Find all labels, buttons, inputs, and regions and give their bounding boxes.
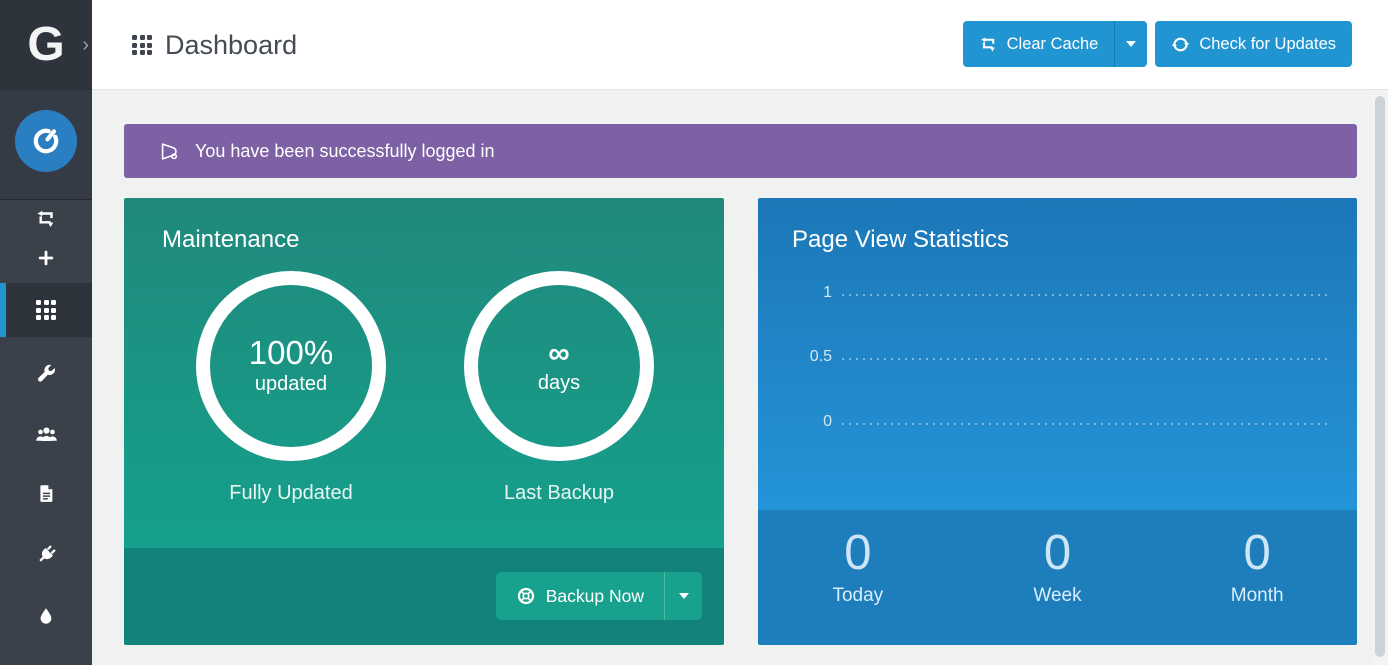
grid-icon xyxy=(36,300,56,320)
counter-week: 0 Week xyxy=(958,527,1158,645)
success-alert: You have been successfully logged in xyxy=(124,124,1357,178)
counter-week-label: Week xyxy=(958,585,1158,607)
sidebar-item-dashboard[interactable] xyxy=(0,283,92,337)
sidebar-item-users[interactable] xyxy=(0,414,92,454)
sidebar-item-theme[interactable] xyxy=(0,596,92,636)
app-logo[interactable]: G › xyxy=(0,0,92,90)
clear-cache-dropdown-toggle[interactable] xyxy=(1114,21,1147,67)
chevron-down-icon xyxy=(679,593,689,599)
maintenance-panel: Maintenance 100% updated ∞ days Fully Up… xyxy=(124,198,724,645)
counter-month-value: 0 xyxy=(1157,527,1357,581)
counter-today-label: Today xyxy=(758,585,958,607)
counter-today: 0 Today xyxy=(758,527,958,645)
maintenance-title: Maintenance xyxy=(162,226,299,254)
page-view-statistics-panel: Page View Statistics 1 0.5 0 0 Today 0 W… xyxy=(758,198,1357,645)
dotted-gridline xyxy=(842,423,1330,425)
backup-age-gauge: ∞ days xyxy=(464,271,654,461)
chevron-down-icon xyxy=(1126,41,1136,47)
retweet-icon xyxy=(35,208,57,230)
sidebar: G › xyxy=(0,0,92,665)
dotted-gridline xyxy=(842,294,1330,296)
y-tick-label: 0 xyxy=(758,413,832,431)
power-icon xyxy=(31,126,61,156)
stats-title: Page View Statistics xyxy=(792,226,1009,254)
alert-message: You have been successfully logged in xyxy=(195,141,495,162)
update-percent: 100% xyxy=(249,335,333,371)
sidebar-item-logout[interactable] xyxy=(15,110,77,172)
top-header: Dashboard Clear Cache xyxy=(92,0,1388,90)
maintenance-footer: Backup Now xyxy=(124,548,724,645)
plug-icon xyxy=(35,543,58,566)
plus-icon xyxy=(36,248,56,268)
backup-now-label: Backup Now xyxy=(546,586,644,607)
maintenance-body: Maintenance 100% updated ∞ days Fully Up… xyxy=(124,198,724,548)
sidebar-item-pages[interactable] xyxy=(0,473,92,513)
backup-caption: Last Backup xyxy=(464,482,654,505)
droplet-icon xyxy=(36,606,56,626)
backup-age-unit: days xyxy=(538,370,580,396)
header-actions: Clear Cache Check for Updates xyxy=(963,21,1352,67)
sidebar-item-sync[interactable] xyxy=(0,199,92,239)
counter-week-value: 0 xyxy=(958,527,1158,581)
sidebar-item-settings[interactable] xyxy=(0,354,92,394)
y-tick-label: 1 xyxy=(758,284,832,302)
life-ring-icon xyxy=(516,586,536,606)
refresh-icon xyxy=(1171,35,1190,54)
retweet-icon xyxy=(979,35,998,54)
users-icon xyxy=(35,423,58,446)
page-views-counters: 0 Today 0 Week 0 Month xyxy=(758,510,1357,645)
grid-icon xyxy=(132,35,152,55)
dotted-gridline xyxy=(842,358,1330,360)
page-title-group: Dashboard xyxy=(132,0,297,90)
check-updates-button[interactable]: Check for Updates xyxy=(1155,21,1352,67)
page-title: Dashboard xyxy=(165,30,297,61)
counter-month-label: Month xyxy=(1157,585,1357,607)
sidebar-section-logout xyxy=(0,90,92,200)
megaphone-icon xyxy=(158,141,181,162)
counter-month: 0 Month xyxy=(1157,527,1357,645)
sidebar-item-plugins[interactable] xyxy=(0,534,92,574)
clear-cache-label: Clear Cache xyxy=(1007,35,1099,54)
page-views-chart: Page View Statistics 1 0.5 0 xyxy=(758,198,1357,510)
wrench-icon xyxy=(35,363,57,385)
vertical-scrollbar[interactable] xyxy=(1372,90,1388,665)
sidebar-item-add-new[interactable] xyxy=(0,238,92,278)
main-content: You have been successfully logged in Mai… xyxy=(92,90,1372,665)
sidebar-expand-chevron-icon[interactable]: › xyxy=(82,35,89,55)
y-tick-label: 0.5 xyxy=(758,348,832,366)
backup-now-button[interactable]: Backup Now xyxy=(496,572,664,620)
active-indicator xyxy=(0,283,6,337)
backup-split-button: Backup Now xyxy=(496,572,702,620)
update-caption: Fully Updated xyxy=(196,482,386,505)
scrollbar-thumb[interactable] xyxy=(1375,96,1385,657)
logo-letter: G xyxy=(27,21,64,69)
update-status-gauge: 100% updated xyxy=(196,271,386,461)
counter-today-value: 0 xyxy=(758,527,958,581)
backup-dropdown-toggle[interactable] xyxy=(664,572,702,620)
check-updates-label: Check for Updates xyxy=(1199,35,1336,54)
file-icon xyxy=(36,483,57,504)
update-unit: updated xyxy=(255,371,327,397)
clear-cache-button[interactable]: Clear Cache xyxy=(963,21,1115,67)
backup-age-value: ∞ xyxy=(548,337,569,370)
clear-cache-split-button: Clear Cache xyxy=(963,21,1148,67)
